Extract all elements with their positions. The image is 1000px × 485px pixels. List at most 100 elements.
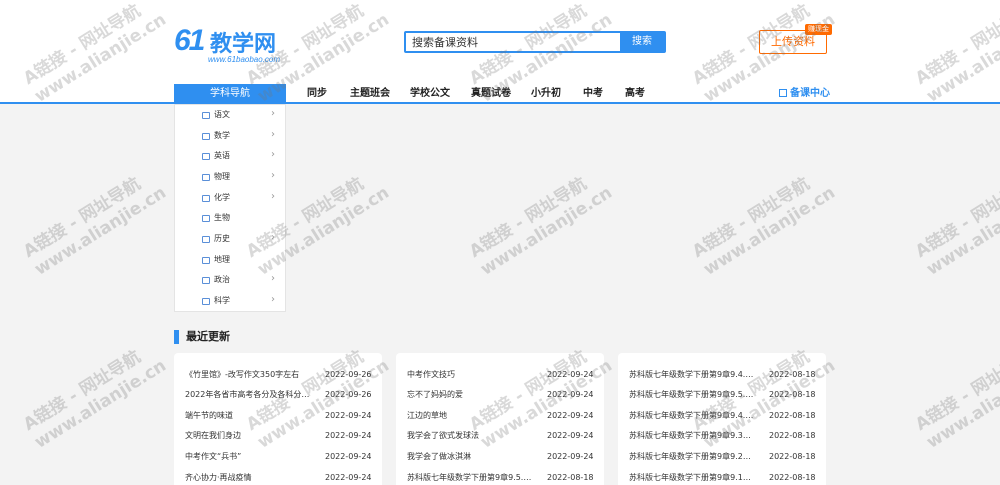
item-title[interactable]: 齐心协力·再战疫情	[185, 468, 310, 485]
subject-icon	[202, 133, 210, 140]
list-item[interactable]: 苏科版七年级数学下册第9章9.1单项... 2022-08-18	[629, 468, 819, 485]
subject-item-chemistry[interactable]: 化学 ›	[175, 189, 285, 209]
watermark-line: A链接 - 网址导航	[466, 173, 591, 262]
list-item[interactable]: 苏科版七年级数学下册第9章9.3多项... 2022-08-18	[629, 426, 819, 446]
subject-item-chinese[interactable]: 语文 ›	[175, 106, 285, 126]
item-title[interactable]: 苏科版七年级数学下册第9章9.4.2乘...	[629, 406, 754, 426]
item-date: 2022-08-18	[769, 411, 816, 420]
item-date: 2022-09-24	[325, 452, 372, 461]
list-item[interactable]: 苏科版七年级数学下册第9章9.2单项... 2022-08-18	[629, 447, 819, 467]
item-date: 2022-08-18	[769, 473, 816, 482]
subject-item-physics[interactable]: 物理 ›	[175, 168, 285, 188]
item-date: 2022-09-24	[547, 390, 594, 399]
nav-item-zhongkao[interactable]: 中考	[583, 84, 603, 104]
nav-item-school-docs[interactable]: 学校公文	[410, 84, 450, 104]
item-date: 2022-08-18	[769, 452, 816, 461]
item-title[interactable]: 中考作文“兵书”	[185, 447, 310, 467]
item-title[interactable]: 2022年各省市高考各分及各科分数...	[185, 385, 310, 405]
subject-item-science[interactable]: 科学 ›	[175, 292, 285, 312]
subject-item-geography[interactable]: 地理	[175, 251, 285, 271]
list-item[interactable]: 苏科版七年级数学下册第9章9.5.2运... 2022-08-18	[407, 468, 597, 485]
chevron-right-icon: ›	[271, 294, 275, 305]
item-title[interactable]: 端午节的味道	[185, 406, 310, 426]
subject-item-biology[interactable]: 生物	[175, 209, 285, 229]
list-item[interactable]: 忘不了妈妈的爱 2022-09-24	[407, 385, 597, 405]
item-title[interactable]: 忘不了妈妈的爱	[407, 385, 532, 405]
search-input[interactable]	[406, 33, 620, 51]
item-title[interactable]: 苏科版七年级数学下册第9章9.5.1提...	[629, 385, 754, 405]
item-title[interactable]: 苏科版七年级数学下册第9章9.5.2运...	[407, 468, 532, 485]
subject-label: 语文	[214, 110, 230, 119]
search-button[interactable]: 搜索	[620, 33, 664, 51]
chevron-right-icon: ›	[271, 232, 275, 243]
chevron-right-icon: ›	[271, 108, 275, 119]
watermark: A链接 - 网址导航www.alianjie.cn	[689, 165, 839, 281]
recent-card-3: 苏科版七年级数学下册第9章9.4.1完... 2022-08-18 苏科版七年级数…	[618, 353, 826, 485]
list-item[interactable]: 我学会了做冰淇淋 2022-09-24	[407, 447, 597, 467]
item-date: 2022-08-18	[769, 370, 816, 379]
item-title[interactable]: 苏科版七年级数学下册第9章9.2单项...	[629, 447, 754, 467]
watermark-url: www.alianjie.cn	[923, 355, 1000, 453]
recent-updates-title: 最近更新	[186, 330, 230, 343]
nav-item-junior-entrance[interactable]: 小升初	[531, 84, 561, 104]
item-date: 2022-09-24	[547, 452, 594, 461]
chevron-right-icon: ›	[271, 149, 275, 160]
nav-item-sync[interactable]: 同步	[307, 84, 327, 104]
item-title[interactable]: 苏科版七年级数学下册第9章9.3多项...	[629, 426, 754, 446]
subject-icon	[202, 174, 210, 181]
nav-prep-center-label: 备课中心	[790, 88, 830, 99]
subject-label: 数学	[214, 131, 230, 140]
list-item[interactable]: 端午节的味道 2022-09-24	[185, 406, 375, 426]
item-title[interactable]: 我学会了欲式发球法	[407, 426, 532, 446]
subject-item-history[interactable]: 历史 ›	[175, 230, 285, 250]
subject-item-politics[interactable]: 政治 ›	[175, 271, 285, 291]
subject-menu: 语文 › 数学 › 英语 › 物理 › 化学 › 生物 历史 › 地理 政治 ›	[174, 104, 286, 312]
subject-label: 物理	[214, 172, 230, 181]
item-title[interactable]: 中考作文技巧	[407, 365, 532, 385]
subject-icon	[202, 112, 210, 119]
subject-label: 政治	[214, 275, 230, 284]
list-item[interactable]: 苏科版七年级数学下册第9章9.4.1完... 2022-08-18	[629, 365, 819, 385]
nav-subject-guide[interactable]: 学科导航	[174, 84, 286, 104]
recent-card-1: 《竹里馆》-改写作文350字左右 2022-09-26 2022年各省市高考各分及…	[174, 353, 382, 485]
list-item[interactable]: 江边的草地 2022-09-24	[407, 406, 597, 426]
watermark-line: A链接 - 网址导航	[20, 346, 145, 435]
subject-item-english[interactable]: 英语 ›	[175, 147, 285, 167]
subject-item-math[interactable]: 数学 ›	[175, 127, 285, 147]
list-item[interactable]: 齐心协力·再战疫情 2022-09-24	[185, 468, 375, 485]
subject-label: 英语	[214, 151, 230, 160]
item-title[interactable]: 我学会了做冰淇淋	[407, 447, 532, 467]
subject-label: 地理	[214, 255, 230, 264]
list-item[interactable]: 苏科版七年级数学下册第9章9.4.2乘... 2022-08-18	[629, 406, 819, 426]
list-item[interactable]: 苏科版七年级数学下册第9章9.5.1提... 2022-08-18	[629, 385, 819, 405]
list-item[interactable]: 我学会了欲式发球法 2022-09-24	[407, 426, 597, 446]
nav-item-gaokao[interactable]: 高考	[625, 84, 645, 104]
watermark-line: A链接 - 网址导航	[689, 173, 814, 262]
watermark: A链接 - 网址导航www.alianjie.cn	[466, 165, 616, 281]
list-item[interactable]: 2022年各省市高考各分及各科分数... 2022-09-26	[185, 385, 375, 405]
chevron-right-icon: ›	[271, 273, 275, 284]
subject-icon	[202, 195, 210, 202]
chevron-right-icon: ›	[271, 129, 275, 140]
item-date: 2022-09-24	[325, 473, 372, 482]
list-item[interactable]: 中考作文技巧 2022-09-24	[407, 365, 597, 385]
subject-icon	[202, 298, 210, 305]
nav-item-class-meeting[interactable]: 主题班会	[350, 84, 390, 104]
upload-badge: 赚现金	[805, 24, 832, 35]
watermark-url: www.alianjie.cn	[31, 355, 170, 453]
nav-item-real-exams[interactable]: 真题试卷	[471, 84, 511, 104]
list-item[interactable]: 中考作文“兵书” 2022-09-24	[185, 447, 375, 467]
list-item[interactable]: 文明在我们身边 2022-09-24	[185, 426, 375, 446]
item-title[interactable]: 苏科版七年级数学下册第9章9.1单项...	[629, 468, 754, 485]
nav-prep-center[interactable]: 备课中心	[779, 84, 830, 104]
item-title[interactable]: 苏科版七年级数学下册第9章9.4.1完...	[629, 365, 754, 385]
chevron-right-icon: ›	[271, 191, 275, 202]
item-title[interactable]: 《竹里馆》-改写作文350字左右	[185, 365, 310, 385]
item-title[interactable]: 文明在我们身边	[185, 426, 310, 446]
item-title[interactable]: 江边的草地	[407, 406, 532, 426]
subject-icon	[202, 153, 210, 160]
site-logo[interactable]: 61 教学网 www.61baobao.com	[174, 24, 286, 64]
list-item[interactable]: 《竹里馆》-改写作文350字左右 2022-09-26	[185, 365, 375, 385]
watermark-url: www.alianjie.cn	[700, 182, 839, 280]
logo-number: 61	[174, 24, 205, 57]
